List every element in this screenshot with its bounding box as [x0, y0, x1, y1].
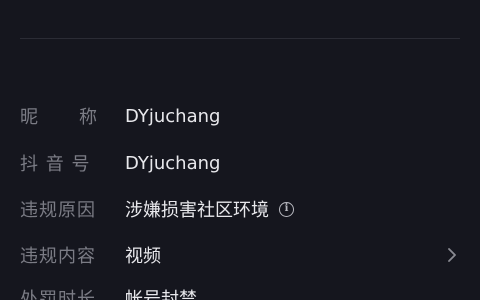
violation-reason-row: 违规原因 涉嫌损害社区环境 i [20, 193, 460, 225]
violation-reason-value: 涉嫌损害社区环境 [125, 200, 269, 221]
douyin-id-row: 抖 音 号 DYjuchang [20, 147, 460, 179]
violation-reason-value-wrap: 涉嫌损害社区环境 i [125, 196, 294, 222]
penalty-time-label: 处罚时长 [20, 289, 96, 300]
nickname-value: DYjuchang [125, 105, 221, 127]
violation-content-value: 视频 [125, 246, 161, 267]
douyin-id-value: DYjuchang [125, 152, 221, 174]
chevron-right-icon[interactable] [444, 247, 460, 263]
violation-reason-label: 违规原因 [20, 200, 96, 221]
violation-content-label: 违规内容 [20, 246, 96, 267]
nickname-row: 昵 称 DYjuchang [20, 100, 460, 132]
top-divider [20, 38, 460, 39]
penalty-time-row: 处罚时长 帐号封禁 [20, 282, 460, 300]
douyin-id-label: 抖 音 号 [20, 154, 91, 175]
nickname-label: 昵 称 [20, 107, 98, 128]
violation-content-row[interactable]: 违规内容 视频 [20, 239, 460, 271]
penalty-time-value: 帐号封禁 [125, 289, 197, 300]
violation-detail-page: 昵 称 DYjuchang 抖 音 号 DYjuchang 违规原因 涉嫌损害社… [0, 0, 480, 300]
info-icon[interactable]: i [279, 201, 294, 217]
